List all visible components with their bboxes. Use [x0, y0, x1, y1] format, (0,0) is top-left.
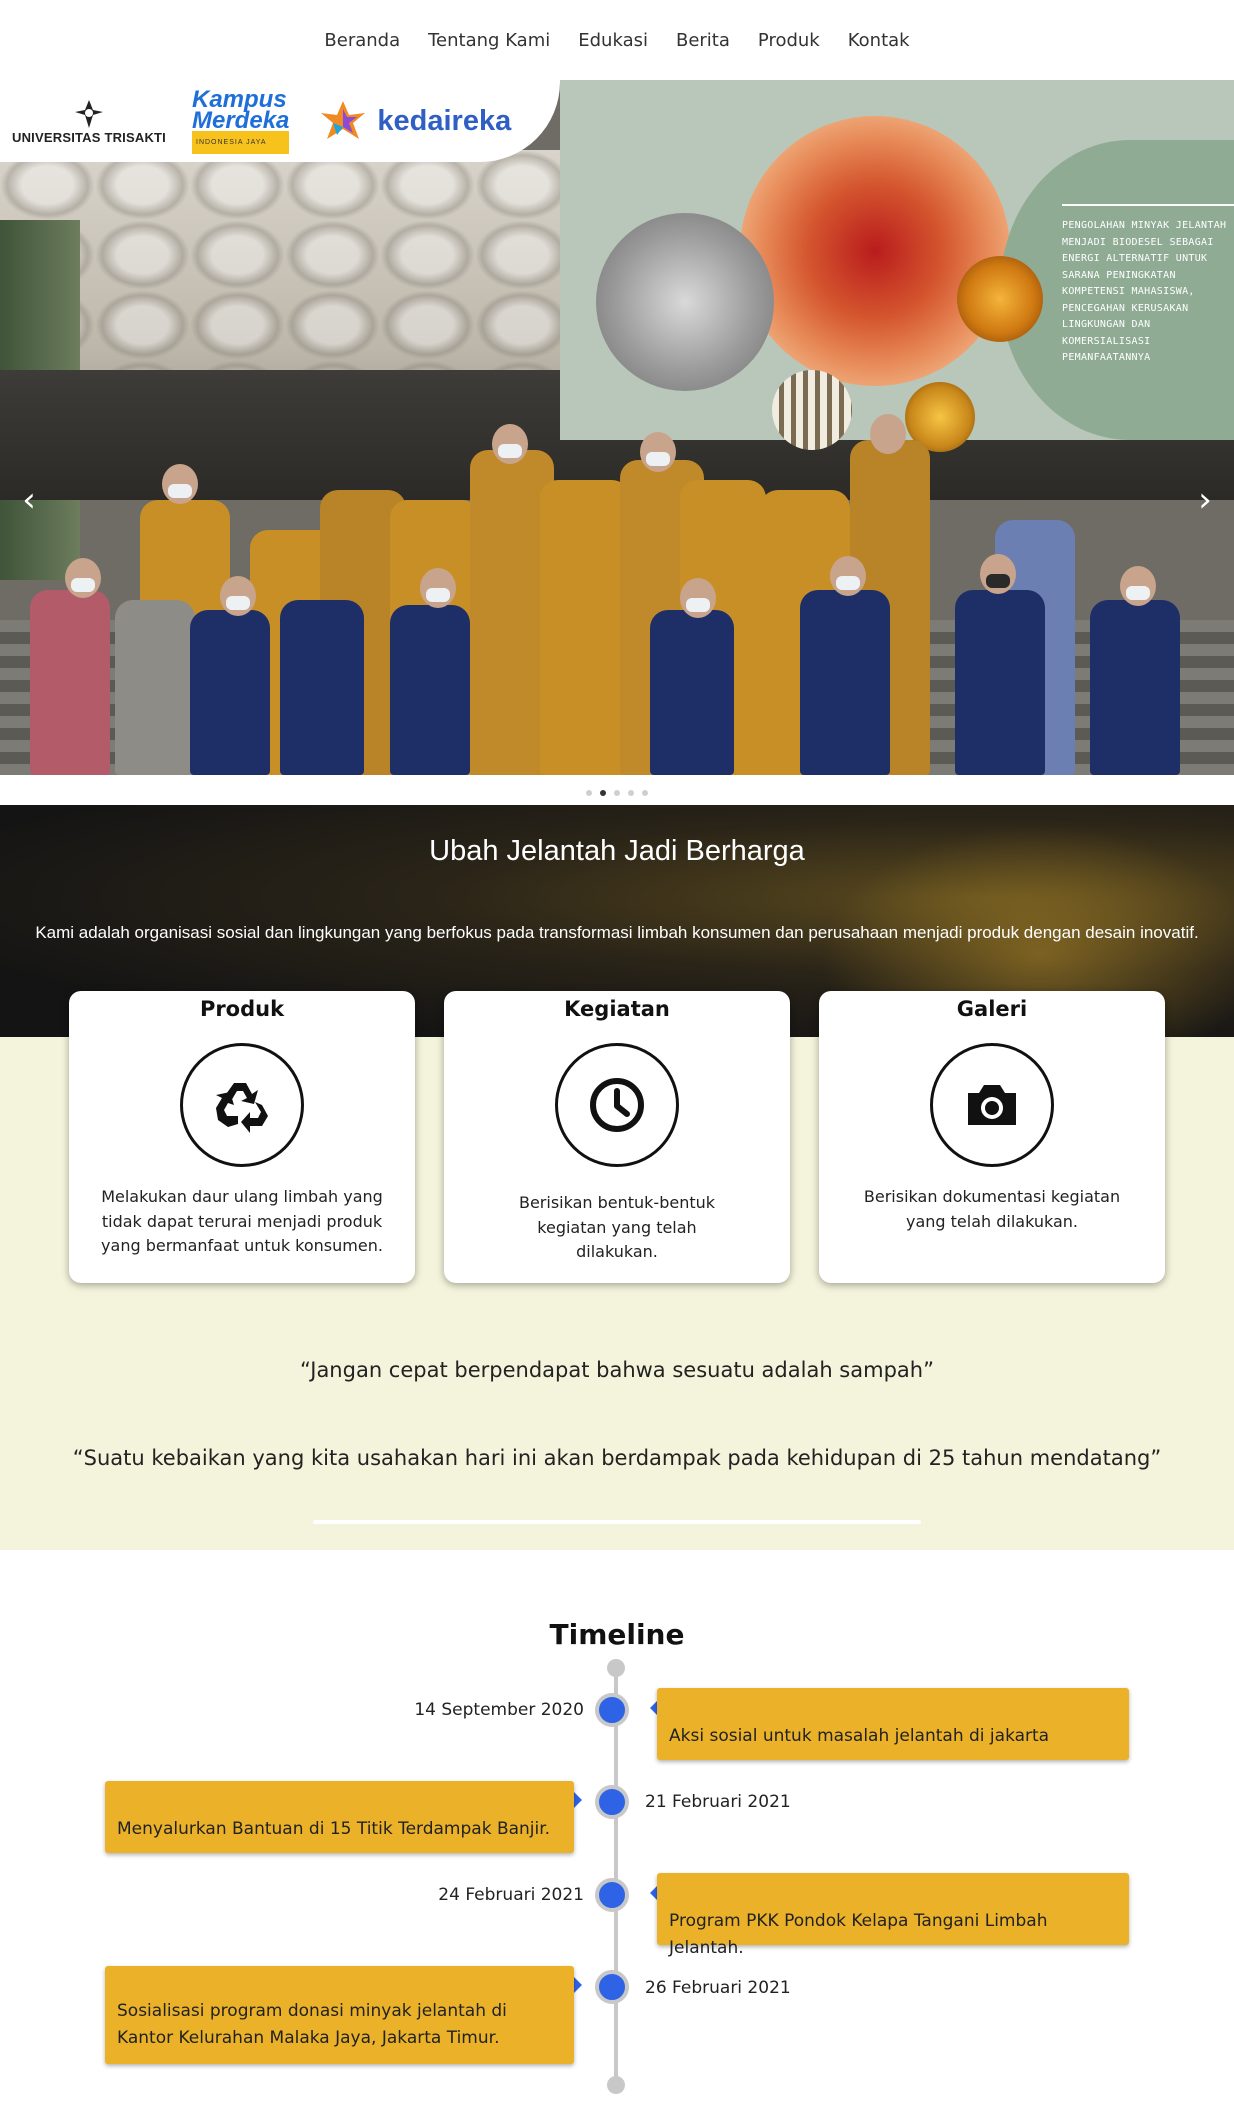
- timeline-date: 24 Februari 2021: [438, 1885, 584, 1905]
- chevron-right-icon: ›: [1198, 480, 1212, 520]
- timeline-event-box: Aksi sosial untuk masalah jelantah di ja…: [657, 1688, 1129, 1760]
- kampus-merdeka-logo: Kampus Merdeka INDONESIA JAYA: [192, 87, 290, 154]
- kedaireka-logo-text: kedaireka: [377, 104, 512, 137]
- nav-link-edukasi[interactable]: Edukasi: [578, 30, 648, 51]
- card-produk[interactable]: Produk Melakukan daur ulang limbah yang …: [69, 991, 415, 1283]
- card-description: Berisikan bentuk-bentuk kegiatan yang te…: [518, 1193, 716, 1261]
- timeline-line: [614, 1668, 618, 2086]
- carousel-indicator[interactable]: [628, 790, 634, 796]
- timeline-dot: [595, 1693, 629, 1727]
- nav-link-tentang-kami[interactable]: Tentang Kami: [428, 30, 550, 51]
- timeline-pointer: [574, 1792, 582, 1808]
- card-description: Melakukan daur ulang limbah yang tidak d…: [101, 1187, 383, 1255]
- timeline-event-box: Program PKK Pondok Kelapa Tangani Limbah…: [657, 1873, 1129, 1958]
- intro-description: Kami adalah organisasi sosial dan lingku…: [35, 923, 1199, 942]
- nav-link-kontak[interactable]: Kontak: [848, 30, 910, 51]
- intro-title: Ubah Jelantah Jadi Berharga: [429, 835, 805, 867]
- trisakti-logo-text: UNIVERSITAS TRISAKTI: [12, 129, 166, 145]
- hero-machine-circle: [596, 213, 774, 391]
- timeline-dot: [595, 1785, 629, 1819]
- top-nav: Beranda Tentang Kami Edukasi Berita Prod…: [0, 0, 1234, 80]
- card-title: Kegiatan: [564, 997, 670, 1021]
- nav-link-berita[interactable]: Berita: [676, 30, 730, 51]
- timeline-dot: [595, 1878, 629, 1912]
- timeline-date: 21 Februari 2021: [645, 1792, 791, 1812]
- hero-oil-circle: [957, 256, 1043, 342]
- card-title: Produk: [199, 997, 285, 1021]
- carousel-indicator[interactable]: [614, 790, 620, 796]
- kampus-logo-sub: INDONESIA JAYA: [192, 130, 290, 154]
- carousel-indicator[interactable]: [642, 790, 648, 796]
- nav-link-beranda[interactable]: Beranda: [324, 30, 400, 51]
- chevron-left-icon: ‹: [22, 480, 36, 520]
- carousel-indicators: [0, 790, 1234, 800]
- hero-tube-circle: [772, 370, 852, 450]
- card-description: Berisikan dokumentasi kegiatan yang tela…: [863, 1187, 1121, 1231]
- carousel-prev-button[interactable]: ‹: [16, 480, 42, 520]
- timeline-date: 26 Februari 2021: [645, 1978, 791, 1998]
- carousel-next-button[interactable]: ›: [1192, 480, 1218, 520]
- timeline-pointer: [574, 1977, 582, 1993]
- carousel-indicator[interactable]: [586, 790, 592, 796]
- hero-tagline-rule: [1062, 204, 1234, 206]
- timeline-title: Timeline: [549, 1618, 685, 1651]
- trisakti-emblem-icon: [75, 99, 103, 128]
- timeline-event-text: Menyalurkan Bantuan di 15 Titik Terdampa…: [117, 1819, 551, 1839]
- kedaireka-star-icon: [321, 101, 366, 139]
- timeline-cap-bottom: [607, 2076, 625, 2094]
- clock-icon: [555, 1043, 679, 1167]
- timeline-event-text: Program PKK Pondok Kelapa Tangani Limbah…: [669, 1911, 1048, 1958]
- timeline-event-text: Sosialisasi program donasi minyak jelant…: [117, 2001, 507, 2048]
- card-galeri[interactable]: Galeri Berisikan dokumentasi kegiatan ya…: [819, 991, 1165, 1283]
- card-title: Galeri: [956, 997, 1028, 1021]
- nav-link-produk[interactable]: Produk: [758, 30, 820, 51]
- hero-tagline: PENGOLAHAN MINYAK JELANTAH MENJADI BIODE…: [1062, 220, 1227, 363]
- quote-1: “Jangan cepat berpendapat bahwa sesuatu …: [300, 1358, 934, 1382]
- hero-group-photo: [20, 414, 1220, 775]
- timeline-cap-top: [607, 1659, 625, 1677]
- hero-red-circle: [740, 116, 1010, 386]
- partner-logos: UNIVERSITAS TRISAKTI Kampus Merdeka INDO…: [0, 80, 560, 162]
- timeline-event-box: Sosialisasi program donasi minyak jelant…: [105, 1966, 574, 2064]
- camera-icon: [930, 1043, 1054, 1167]
- card-kegiatan[interactable]: Kegiatan Berisikan bentuk-bentuk kegiata…: [444, 991, 790, 1283]
- recycle-icon: [180, 1043, 304, 1167]
- timeline-event-box: Menyalurkan Bantuan di 15 Titik Terdampa…: [105, 1781, 574, 1853]
- timeline-date: 14 September 2020: [414, 1700, 584, 1720]
- kampus-logo-line2: Merdeka: [192, 106, 290, 134]
- kedaireka-logo: kedaireka: [315, 99, 511, 143]
- trisakti-logo: UNIVERSITAS TRISAKTI: [12, 98, 166, 145]
- timeline-dot: [595, 1970, 629, 2004]
- quote-2: “Suatu kebaikan yang kita usahakan hari …: [72, 1446, 1162, 1470]
- carousel-indicator-active[interactable]: [600, 790, 606, 796]
- section-divider: [313, 1520, 921, 1524]
- timeline-event-text: Aksi sosial untuk masalah jelantah di ja…: [669, 1726, 1050, 1746]
- hero-carousel: PENGOLAHAN MINYAK JELANTAH MENJADI BIODE…: [0, 80, 1234, 775]
